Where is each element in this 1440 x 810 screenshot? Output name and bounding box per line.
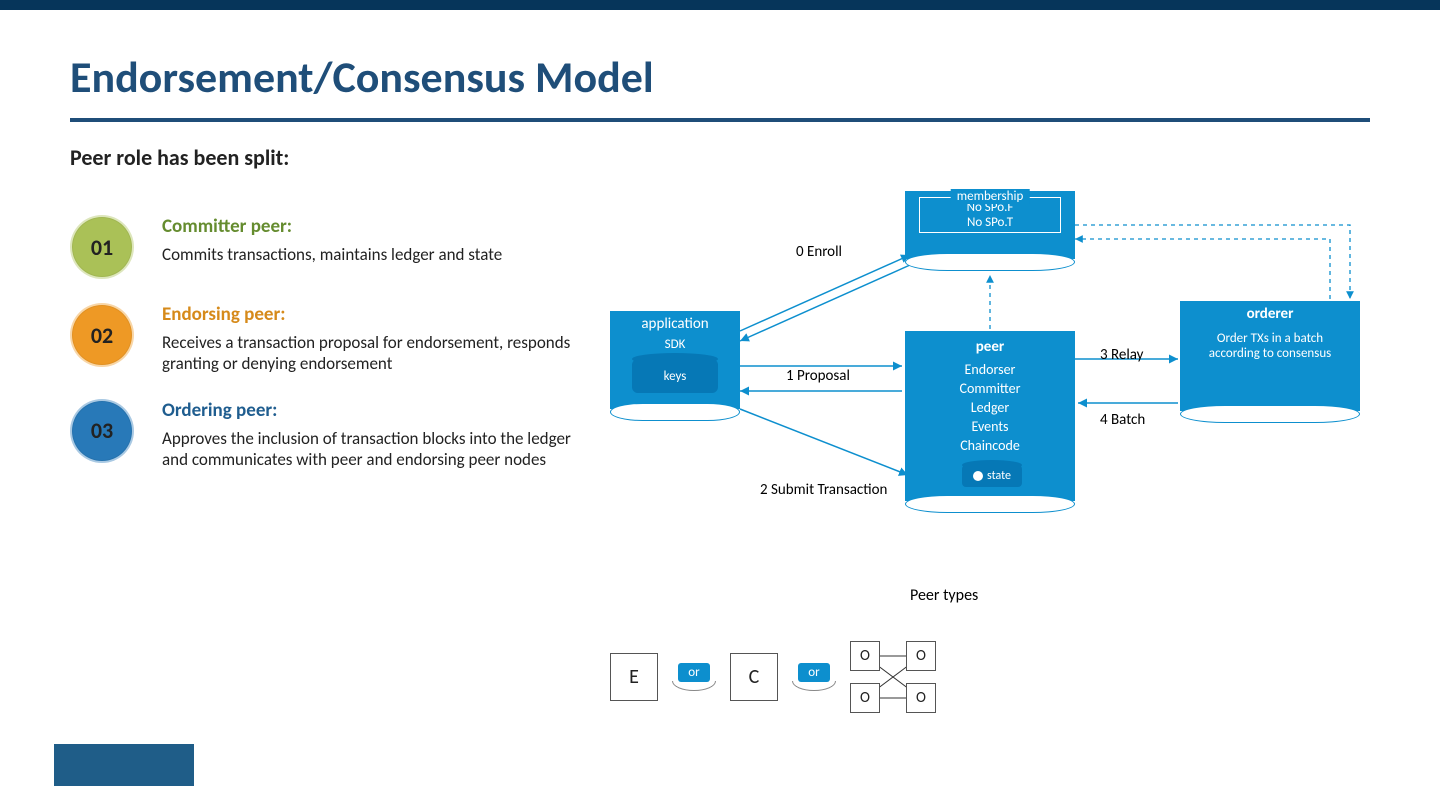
peer-number-badge: 03 [70,399,134,463]
peer-role-desc: Approves the inclusion of transaction bl… [162,428,590,471]
peer-role-heading: Committer peer: [162,215,590,238]
slide-top-bar [0,0,1440,10]
orderer-type-icon: O [906,641,936,671]
disk-icon [973,471,983,481]
peer-line: Chaincode [905,437,1075,456]
peer-line: Committer [905,380,1075,399]
slide-subtitle: Peer role has been split: [70,144,1370,171]
or-label: or [798,663,829,682]
peer-role-endorsing: 02 Endorsing peer: Receives a transactio… [70,303,590,375]
peer-role-desc: Commits transactions, maintains ledger a… [162,244,590,265]
membership-line: No SPo.T [920,215,1060,230]
architecture-diagram: membership No SPo.F No SPo.T application… [610,191,1370,691]
peer-title: peer [905,333,1075,361]
orderer-type-icon: O [850,641,880,671]
committer-type-icon: C [730,653,778,701]
state-cylinder-icon: state [962,465,1022,487]
or-base-icon [672,681,716,691]
orderer-type-icon: O [906,683,936,713]
arrow-label-batch: 4 Batch [1100,411,1145,429]
orderer-cluster-icon: O O O O [850,641,936,713]
arrow-label-proposal: 1 Proposal [786,367,850,385]
membership-title: membership [951,189,1030,204]
or-label: or [678,663,709,682]
arrow-label-relay: 3 Relay [1100,346,1143,364]
orderer-title: orderer [1180,301,1360,327]
keys-cylinder-icon: keys [632,359,718,393]
orderer-type-icon: O [850,683,880,713]
peer-role-committer: 01 Committer peer: Commits transactions,… [70,215,590,279]
orderer-node: orderer Order TXs in a batch according t… [1180,301,1360,411]
peer-types-legend: E or C or O [610,641,936,713]
footer-brand-block [54,744,194,786]
state-label: state [987,469,1011,483]
peer-number-badge: 02 [70,303,134,367]
cylinder-base-icon [905,253,1075,271]
cylinder-base-icon [905,495,1075,513]
membership-node: membership No SPo.F No SPo.T [905,191,1075,259]
peer-line: Events [905,418,1075,437]
endorser-type-icon: E [610,653,658,701]
cylinder-base-icon [1180,405,1360,423]
orderer-desc: Order TXs in a batch according to consen… [1180,327,1360,365]
or-separator: or [672,663,716,691]
peer-types-heading: Peer types [910,586,978,605]
cylinder-base-icon [610,403,740,421]
peer-number-badge: 01 [70,215,134,279]
peer-line: Ledger [905,399,1075,418]
title-underline [70,118,1370,122]
slide-title: Endorsement/Consensus Model [70,50,1370,104]
peer-role-desc: Receives a transaction proposal for endo… [162,332,590,375]
arrow-label-submit: 2 Submit Transaction [760,481,887,499]
peer-roles-list: 01 Committer peer: Commits transactions,… [70,191,590,470]
peer-role-heading: Ordering peer: [162,399,590,422]
arrow-label-enroll: 0 Enroll [796,243,842,261]
peer-role-ordering: 03 Ordering peer: Approves the inclusion… [70,399,590,471]
peer-line: Endorser [905,361,1075,380]
or-separator: or [792,663,836,691]
slide-body: Endorsement/Consensus Model Peer role ha… [20,10,1420,790]
or-base-icon [792,681,836,691]
peer-role-heading: Endorsing peer: [162,303,590,326]
